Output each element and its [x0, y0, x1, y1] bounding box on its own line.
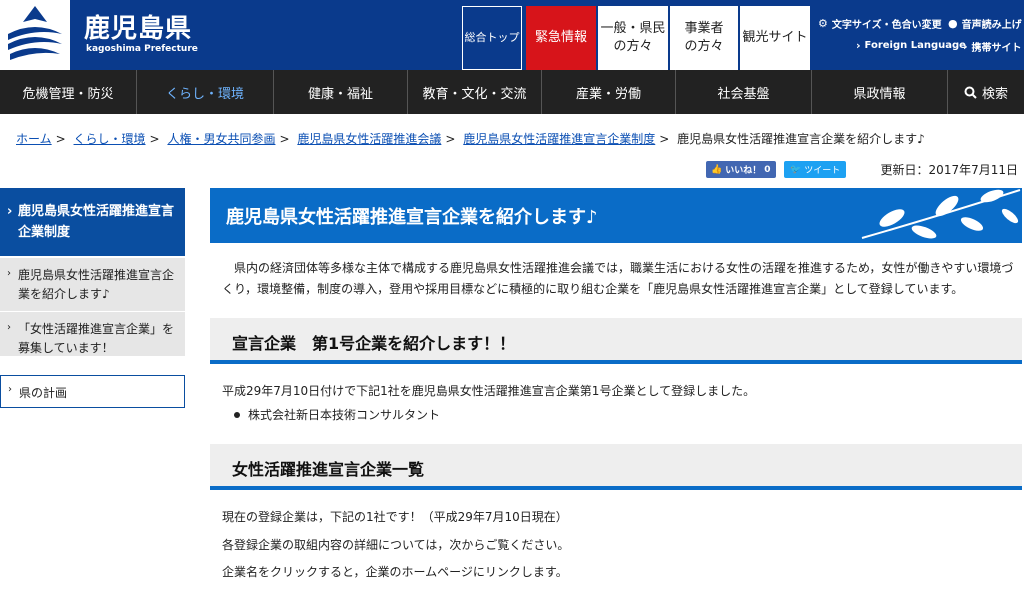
foreign-language-label: Foreign Language	[864, 40, 966, 51]
residents-label-1: 一般・県民	[600, 21, 666, 37]
chevron-right-icon: ›	[8, 384, 12, 395]
nav-item-disaster[interactable]: 危機管理・防災	[0, 70, 137, 114]
nav-item-health[interactable]: 健康・福祉	[274, 70, 408, 114]
section-title: 女性活躍推進宣言企業一覧	[232, 460, 425, 479]
page-title-band: 鹿児島県女性活躍推進宣言企業を紹介します♪	[210, 188, 1022, 243]
nav-item-infrastructure[interactable]: 社会基盤	[676, 70, 812, 114]
search-icon	[964, 86, 977, 99]
registered-count-text: 現在の登録企業は，下記の1社です！（平成29年7月10日現在）	[222, 510, 568, 524]
like-count: 0	[764, 164, 771, 175]
prefecture-logo[interactable]	[0, 0, 70, 70]
section-title: 宣言企業 第1号企業を紹介します！！	[232, 334, 516, 353]
nav-item-living[interactable]: くらし・環境	[137, 70, 274, 114]
leaf-decoration-icon	[861, 189, 1021, 239]
sidebar-item-plan[interactable]: › 県の計画	[0, 375, 185, 408]
gear-icon: ⚙	[818, 17, 828, 30]
mobile-site-link[interactable]: › 携帯サイト	[963, 39, 1022, 54]
chevron-right-icon: ›	[963, 40, 968, 53]
section-heading-first-company: 宣言企業 第1号企業を紹介します！！	[210, 318, 1022, 364]
nav-item-industry[interactable]: 産業・労働	[542, 70, 676, 114]
section-heading-company-list: 女性活躍推進宣言企業一覧	[210, 444, 1022, 490]
intro-paragraph: 県内の経済団体等多様な主体で構成する鹿児島県女性活躍推進会議では，職業生活におけ…	[222, 261, 1014, 296]
site-subtitle: kagoshima Prefecture	[86, 44, 198, 54]
like-label: いいね！	[725, 166, 762, 176]
chevron-right-icon: ›	[856, 39, 861, 52]
breadcrumb-link-council[interactable]: 鹿児島県女性活躍推進会議	[297, 132, 441, 146]
nav-item-education[interactable]: 教育・文化・交流	[408, 70, 542, 114]
sidebar-list: › 鹿児島県女性活躍推進宣言企業を紹介します♪ › 「女性活躍推進宣言企業」を募…	[0, 258, 185, 356]
details-text: 各登録企業の取組内容の詳細については，次からご覧ください。	[222, 538, 570, 552]
foreign-language-link[interactable]: › Foreign Language	[856, 39, 966, 52]
text-size-label: 文字サイズ・色合い変更	[831, 20, 942, 31]
tourism-site-button[interactable]: 観光サイト	[740, 6, 810, 70]
site-title[interactable]: 鹿児島県	[84, 8, 192, 45]
breadcrumb-link-system[interactable]: 鹿児島県女性活躍推進宣言企業制度	[463, 132, 655, 146]
tweet-button[interactable]: 🐦 ツイート	[784, 161, 847, 178]
facebook-like-button[interactable]: 👍 いいね！ 0	[706, 161, 776, 178]
sidebar-item-recruit[interactable]: › 「女性活躍推進宣言企業」を募集しています！	[0, 311, 185, 365]
search-button[interactable]: 検索	[948, 70, 1024, 114]
read-aloud-link[interactable]: ● 音声読み上げ	[948, 16, 1022, 31]
residents-button[interactable]: 一般・県民 の方々	[598, 6, 668, 70]
chevron-right-icon: ›	[7, 204, 13, 219]
speech-bubble-icon: ●	[948, 17, 958, 30]
emergency-info-button[interactable]: 緊急情報	[526, 6, 596, 70]
search-label: 検索	[981, 86, 1008, 102]
breadcrumb-current: 鹿児島県女性活躍推進宣言企業を紹介します♪	[677, 132, 925, 146]
twitter-bird-icon: 🐦	[790, 164, 802, 175]
bullet-icon	[234, 411, 240, 418]
breadcrumb-link-living[interactable]: くらし・環境	[74, 132, 146, 146]
sidebar-item-introduce[interactable]: › 鹿児島県女性活躍推進宣言企業を紹介します♪	[0, 258, 185, 311]
text-size-link[interactable]: ⚙ 文字サイズ・色合い変更	[818, 16, 942, 31]
sidebar-heading-link[interactable]: › 鹿児島県女性活躍推進宣言企業制度	[0, 188, 185, 256]
top-page-button[interactable]: 総合トップ	[462, 6, 522, 70]
tweet-label: ツイート	[804, 166, 841, 176]
section1-text: 平成29年7月10日付けで下記1社を鹿児島県女性活躍推進宣言企業第1号企業として…	[222, 384, 756, 398]
thumbs-up-icon: 👍	[711, 164, 723, 175]
residents-label-2: の方々	[613, 39, 653, 54]
nav-item-government[interactable]: 県政情報	[812, 70, 948, 114]
chevron-right-icon: ›	[7, 322, 11, 334]
breadcrumb-link-human-rights[interactable]: 人権・男女共同参画	[167, 132, 275, 146]
updated-date: 更新日：2017年7月11日	[880, 163, 1018, 177]
breadcrumb-link-home[interactable]: ホーム	[16, 132, 52, 146]
chevron-right-icon: ›	[7, 268, 11, 279]
breadcrumb: ホーム > くらし・環境 > 人権・男女共同参画 > 鹿児島県女性活躍推進会議 > 鹿児…	[16, 132, 925, 146]
link-note-text: 企業名をクリックすると，企業のホームページにリンクします。	[222, 565, 568, 579]
business-button[interactable]: 事業者 の方々	[670, 6, 738, 70]
list-item: 株式会社新日本技術コンサルタント	[234, 406, 440, 423]
page-title: 鹿児島県女性活躍推進宣言企業を紹介します♪	[226, 207, 598, 228]
mobile-site-label: 携帯サイト	[971, 43, 1022, 54]
logo-mark-icon	[8, 6, 62, 60]
business-label-1: 事業者	[684, 21, 724, 37]
business-label-2: の方々	[684, 39, 724, 54]
sidebar-item-label: 「女性活躍推進宣言企業」を募集しています！	[18, 322, 175, 355]
site-header: 鹿児島県 kagoshima Prefecture 総合トップ 緊急情報 一般・…	[0, 0, 1024, 70]
sidebar-heading-label: 鹿児島県女性活躍推進宣言企業制度	[18, 204, 175, 240]
read-aloud-label: 音声読み上げ	[961, 20, 1022, 31]
company-name: 株式会社新日本技術コンサルタント	[248, 408, 441, 422]
sidebar-item-label: 鹿児島県女性活躍推進宣言企業を紹介します♪	[18, 268, 175, 301]
global-nav: 危機管理・防災 くらし・環境 健康・福祉 教育・文化・交流 産業・労働 社会基盤…	[0, 70, 1024, 114]
sidebar-plan-label: 県の計画	[19, 386, 68, 400]
